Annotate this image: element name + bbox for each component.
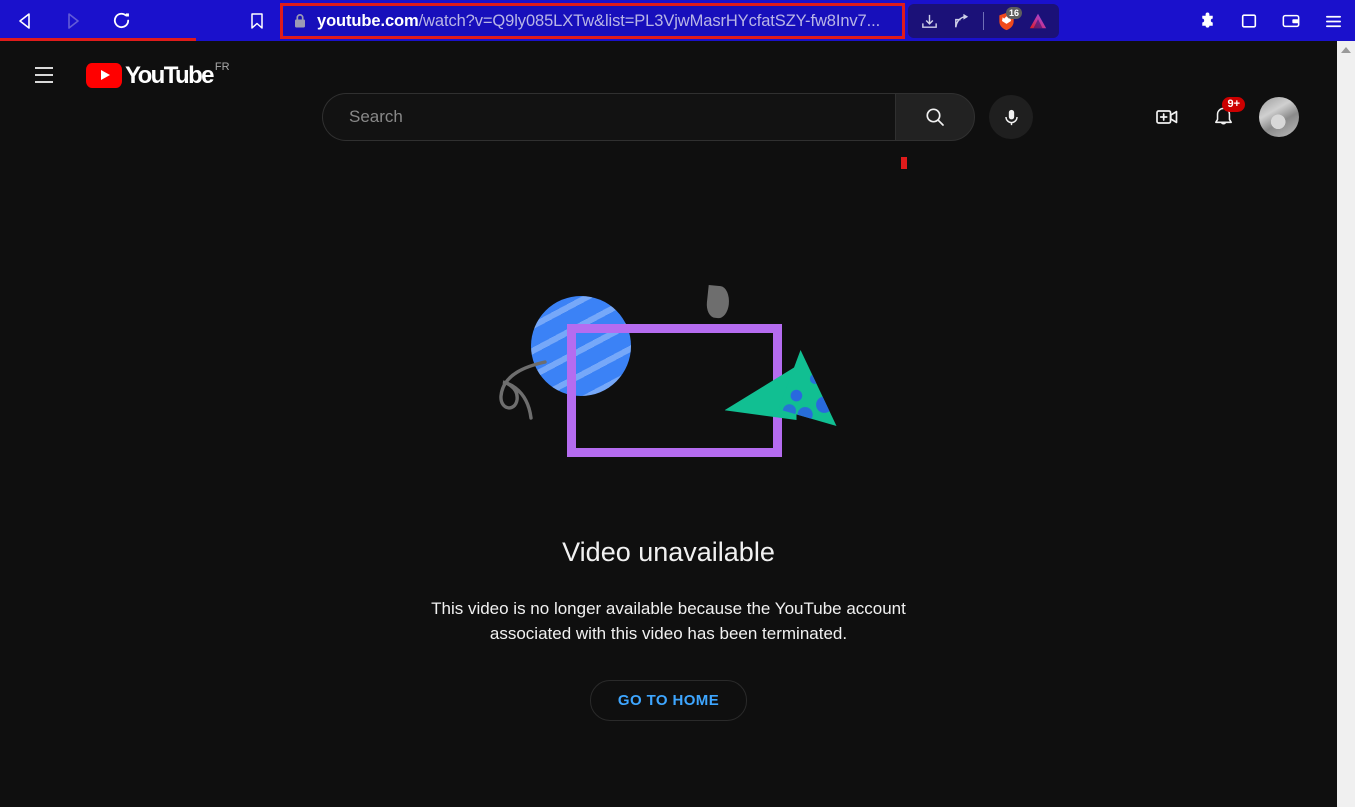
url-path: /watch?v=Q9ly085LXTw&list=PL3VjwMasrHYcf… <box>418 11 881 30</box>
youtube-wordmark: YouTube <box>125 61 215 89</box>
url-host: youtube.com <box>317 11 419 30</box>
guide-hamburger-icon[interactable] <box>24 55 64 95</box>
leo-ai-icon[interactable] <box>1023 7 1053 35</box>
illustration-purple-frame <box>566 324 782 457</box>
extensions-puzzle-icon[interactable] <box>1193 7 1221 35</box>
error-illustration <box>479 157 907 494</box>
toolbar-divider <box>983 12 984 30</box>
page-scrollbar[interactable] <box>1337 41 1355 807</box>
share-icon[interactable] <box>946 7 976 35</box>
bookmark-icon <box>251 12 263 29</box>
back-button[interactable] <box>8 6 42 36</box>
download-icon[interactable] <box>914 7 944 35</box>
error-title: Video unavailable <box>562 537 775 567</box>
red-dot-annotation <box>900 157 907 169</box>
youtube-masthead: YouTube FR Search 9+ <box>0 41 1337 141</box>
video-unavailable-section: Video unavailable This video is no longe… <box>0 109 1337 721</box>
toolbar-action-group: 16 <box>908 4 1059 38</box>
bookmark-button[interactable] <box>240 6 274 36</box>
sidebar-icon[interactable] <box>1235 7 1263 35</box>
brave-shields-icon[interactable]: 16 <box>991 7 1022 35</box>
toolbar-right-group <box>1193 4 1347 38</box>
error-description: This video is no longer available becaus… <box>431 599 906 643</box>
youtube-logo[interactable]: YouTube FR <box>86 61 230 90</box>
address-bar[interactable]: youtube.com/watch?v=Q9ly085LXTw&list=PL3… <box>283 6 902 36</box>
youtube-play-icon <box>86 62 122 88</box>
url-bar-annotation: youtube.com/watch?v=Q9ly085LXTw&list=PL3… <box>280 3 905 39</box>
youtube-country-code: FR <box>214 60 230 73</box>
forward-button[interactable] <box>56 6 90 36</box>
shields-badge: 16 <box>1005 7 1022 19</box>
url-text: youtube.com/watch?v=Q9ly085LXTw&list=PL3… <box>317 12 880 31</box>
main-menu-icon[interactable] <box>1319 7 1347 35</box>
youtube-page: YouTube FR Search 9+ Video unavailable T… <box>0 41 1337 807</box>
back-arrow-icon <box>19 12 30 29</box>
scroll-up-arrow-icon[interactable] <box>1341 47 1351 53</box>
reload-button[interactable] <box>104 6 138 36</box>
go-to-home-button[interactable]: GO TO HOME <box>589 680 748 721</box>
forward-arrow-icon <box>68 12 79 29</box>
illustration-squiggle <box>498 360 547 420</box>
browser-toolbar: youtube.com/watch?v=Q9ly085LXTw&list=PL3… <box>0 0 1355 42</box>
lock-icon <box>293 13 307 29</box>
reload-icon <box>113 12 129 29</box>
illustration-gray-blob <box>704 284 731 320</box>
wallet-icon[interactable] <box>1277 7 1305 35</box>
